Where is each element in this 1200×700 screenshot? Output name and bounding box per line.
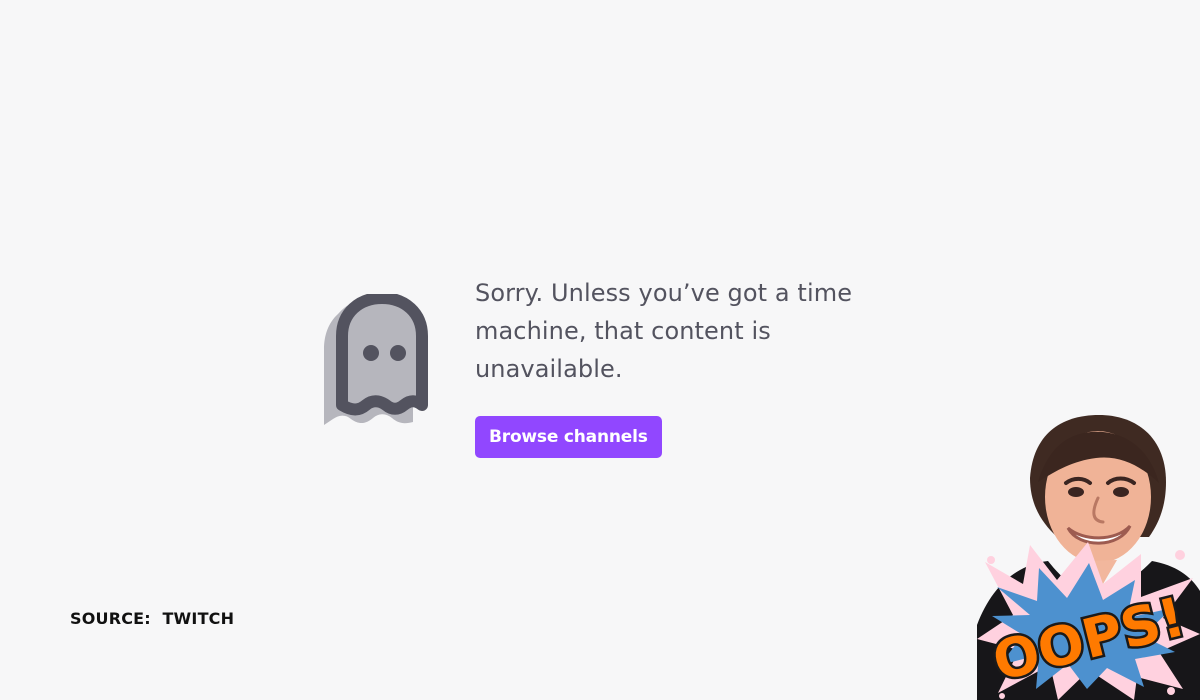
content-unavailable-panel: Sorry. Unless you’ve got a time machine,… xyxy=(322,274,882,474)
source-caption: SOURCE: TWITCH xyxy=(70,609,235,628)
unavailable-message: Sorry. Unless you’ve got a time machine,… xyxy=(475,279,853,383)
browse-channels-button[interactable]: Browse channels xyxy=(475,416,662,458)
ghost-icon xyxy=(322,294,444,430)
oops-sticker: OOPS! xyxy=(975,410,1200,700)
